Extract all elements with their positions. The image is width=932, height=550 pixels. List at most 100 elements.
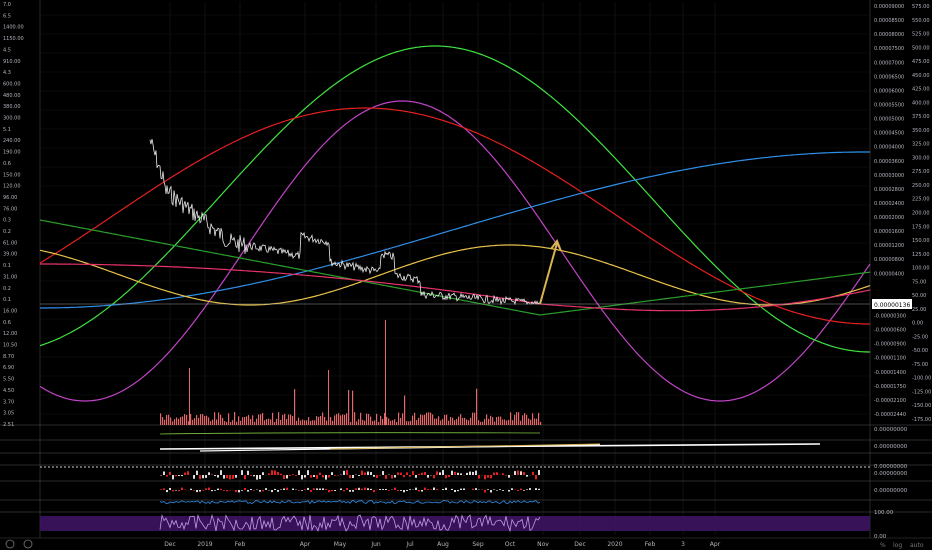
right-axis-tick: 325.00	[912, 142, 930, 148]
histogram-bar	[511, 488, 513, 490]
auto-icon[interactable]: auto	[910, 542, 924, 549]
histogram-bar	[166, 490, 168, 493]
histogram-bar	[277, 472, 279, 475]
left-axis-tick: 150.00	[3, 172, 21, 178]
volume-bar	[240, 420, 242, 425]
histogram-bar	[187, 471, 189, 475]
histogram-bar	[418, 473, 420, 475]
histogram-bar	[496, 490, 498, 491]
volume-bar	[510, 412, 512, 425]
right-axis-tick: 425.00	[912, 87, 930, 93]
volume-bar	[204, 416, 206, 425]
right-axis-tick: 575.00	[912, 4, 930, 10]
histogram-bar	[502, 490, 504, 491]
chart-canvas[interactable]: 7.0 6.5 1400.00 1150.00 4.5 910.00 4.3 600.00 48…	[0, 0, 932, 550]
volume-bar	[374, 420, 376, 425]
volume-bar	[202, 414, 204, 425]
volume-bar	[530, 419, 532, 425]
volume-bar	[218, 412, 220, 425]
right-price-tick: -0.00002100	[874, 398, 906, 404]
volume-bar	[230, 421, 232, 425]
right-axis-tick: 50.00	[912, 293, 926, 299]
volume-bar	[212, 419, 214, 425]
histogram-bar	[433, 487, 435, 490]
volume-bar	[508, 419, 510, 425]
volume-bar	[364, 420, 366, 425]
histogram-bar	[523, 472, 525, 475]
right-price-tick: -0.00000300	[874, 314, 906, 320]
histogram-bar	[373, 490, 375, 493]
volume-bar	[234, 412, 236, 425]
x-axis-tick: 2020	[607, 541, 622, 548]
histogram-bar	[442, 470, 444, 475]
histogram-bar	[517, 470, 519, 475]
histogram-bar	[274, 470, 276, 475]
volume-bar	[232, 420, 234, 425]
right-axis-tick: 125.00	[912, 252, 930, 258]
left-axis-tick: 0.2	[3, 286, 11, 292]
volume-bar	[482, 421, 484, 425]
volume-bar	[420, 414, 422, 425]
volume-bar	[350, 421, 352, 425]
histogram-bar	[217, 488, 219, 490]
histogram-bar	[247, 470, 249, 475]
volume-bar	[385, 320, 386, 425]
histogram-bar	[385, 488, 387, 490]
volume-bar	[516, 412, 518, 425]
left-axis-tick: 31.00	[3, 274, 17, 280]
histogram-bar	[244, 475, 246, 480]
right-price-tick: 0.00003000	[874, 173, 904, 179]
volume-bar	[312, 420, 314, 425]
volume-bar	[180, 417, 182, 425]
pane-label: 0.00000000	[874, 444, 908, 450]
histogram-bar	[235, 490, 237, 493]
volume-bar	[386, 416, 388, 425]
histogram-bar	[205, 475, 207, 478]
histogram-bar	[487, 475, 489, 478]
x-axis-tick: Sep	[472, 541, 484, 548]
left-axis-tick: 0.6	[3, 320, 11, 326]
volume-bar	[538, 412, 540, 425]
volume-bar	[458, 416, 460, 425]
volume-bar	[436, 418, 438, 425]
osc-label-top: 100.00	[874, 510, 894, 516]
histogram-bar	[508, 475, 510, 478]
histogram-bar	[526, 475, 528, 477]
histogram-bar	[481, 489, 483, 490]
volume-bar	[494, 421, 496, 425]
volume-bar	[238, 416, 240, 425]
volume-bar	[318, 416, 320, 425]
right-price-tick: -0.00001750	[874, 384, 906, 390]
histogram-bar	[259, 475, 261, 480]
histogram-bar	[385, 475, 387, 479]
volume-bar	[380, 415, 382, 425]
log-icon[interactable]: log	[893, 542, 902, 549]
volume-bar	[308, 417, 310, 425]
histogram-bar	[193, 475, 195, 479]
x-axis-tick: Feb	[645, 541, 656, 548]
volume-bar	[288, 414, 290, 425]
volume-bar	[304, 420, 306, 425]
histogram-bar	[421, 490, 423, 492]
histogram-bar	[232, 475, 234, 479]
volume-bar	[248, 415, 250, 425]
volume-bar	[396, 421, 398, 425]
histogram-bar	[208, 472, 210, 475]
histogram-bar	[220, 470, 222, 475]
x-axis-tick: Feb	[235, 541, 246, 548]
volume-bar	[450, 416, 452, 425]
x-axis-tick: Jun	[370, 541, 381, 548]
percent-icon[interactable]: %	[880, 542, 886, 549]
histogram-bar	[517, 490, 519, 492]
left-axis-tick: 8.70	[3, 354, 14, 360]
volume-bar	[302, 419, 304, 425]
histogram-bar	[430, 489, 432, 490]
left-axis-tick: 1400.00	[3, 25, 24, 31]
histogram-bar	[163, 471, 165, 475]
right-price-tick: 0.00006500	[874, 74, 904, 80]
histogram-bar	[241, 490, 243, 491]
volume-bar	[338, 413, 340, 425]
left-axis-tick: 3.05	[3, 411, 14, 417]
left-axis-tick: 0.2	[3, 229, 11, 235]
volume-bar	[372, 421, 374, 425]
